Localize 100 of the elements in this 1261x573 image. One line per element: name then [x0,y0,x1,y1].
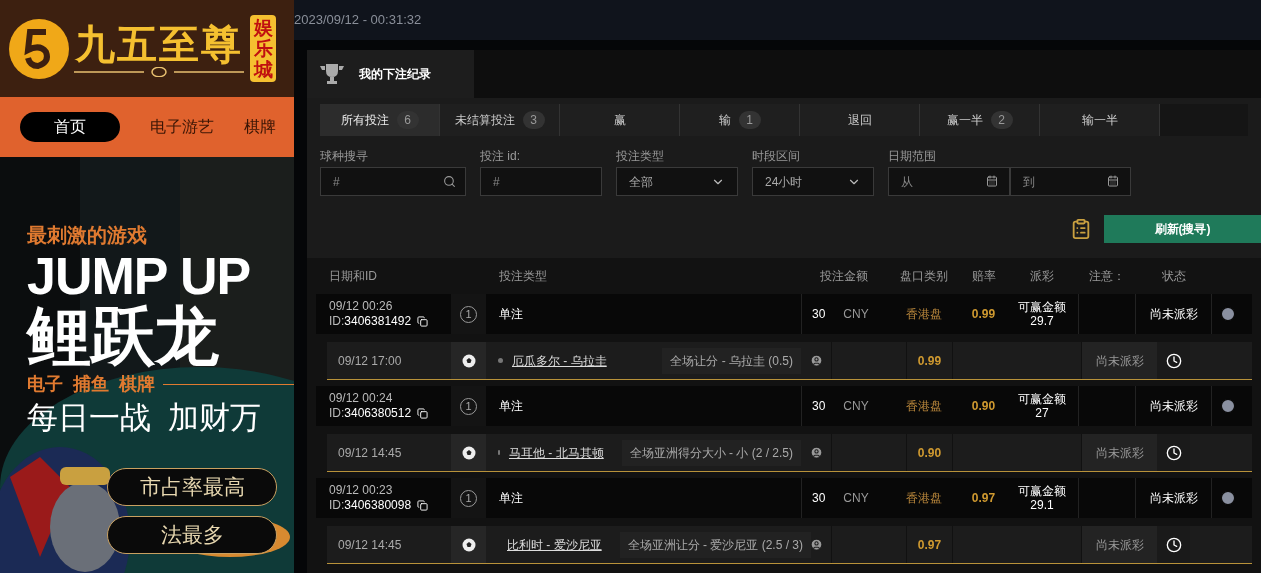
copy-icon[interactable] [417,499,429,511]
user-icon [809,446,823,459]
column-header: 日期和ID [329,269,377,283]
payout-label: 可赢金额 [1018,484,1066,498]
bet-selection: 全场亚洲让分 - 爱沙尼亚 (2.5 / 3) [619,531,812,558]
bet-status: 尚未派彩 [1149,399,1198,413]
odds: 0.99 [971,307,996,321]
banner-categories: 电子 捕鱼 棋牌 [27,373,155,396]
selection-status: 尚未派彩 [1095,352,1144,370]
column-header: 状态 [1161,269,1186,283]
column-header: 投注类型 [499,269,547,283]
count-badge: 6 [396,111,419,129]
bet-type: 单注 [499,307,523,321]
payout-value: 29.7 [1030,314,1054,328]
banner-button[interactable]: 法最多 [107,516,277,554]
user-icon [809,354,823,367]
clipboard-icon[interactable] [1070,217,1092,241]
bet-id: ID:3406380512 [329,406,412,421]
table-cell [1078,294,1136,334]
filter-label: 球种搜寻 [320,149,369,163]
bet-id: ID:3406380098 [329,498,412,513]
table-cell [1078,386,1136,426]
filter-tab[interactable]: 输一半 [1040,104,1160,136]
payout-label: 可赢金额 [1018,392,1066,406]
filter-label: 时段区间 [752,149,801,163]
bet-date: 09/12 00:24 [329,391,394,406]
filter-tab[interactable]: 赢 [560,104,680,136]
filter-tab[interactable]: 输 1 [680,104,800,136]
soccer-ball-icon [461,445,476,460]
refresh-button[interactable]: 刷新(搜寻) [1104,215,1261,243]
odds: 0.99 [917,353,942,368]
filter-tab[interactable]: 未结算投注 3 [440,104,560,136]
timestamp: 2023/09/12 - 00:31:32 [294,11,422,30]
match-time: 09/12 14:45 [338,445,402,460]
nav-link[interactable]: 棋牌 [244,115,276,139]
filter-tab[interactable]: 退回 [800,104,920,136]
count-badge: 1 [738,111,761,129]
select-field[interactable]: 全部 [616,167,738,196]
bet-selection: 全场让分 - 乌拉圭 (0.5) [662,347,801,374]
match-link[interactable]: 马耳他 - 北马其顿 [508,443,604,462]
filter-label: 日期范围 [888,149,937,163]
match-link[interactable]: 厄瓜多尔 - 乌拉圭 [512,351,607,370]
market-type: 香港盘 [905,491,942,505]
input-field[interactable]: # [320,167,466,196]
column-header: 注意： [1089,269,1125,283]
bet-id: ID:3406381492 [329,314,412,329]
payout-label: 可赢金额 [1018,300,1066,314]
filter-tab[interactable]: 所有投注 6 [320,104,440,136]
selection-status: 尚未派彩 [1095,444,1144,462]
bet-type: 单注 [499,491,523,505]
bet-amount: 30 [812,306,826,323]
match-link[interactable]: 比利时 - 爱沙尼亚 [507,535,602,554]
filter-tab[interactable]: 赢一半 2 [920,104,1040,136]
logo-icon [8,17,70,80]
copy-icon[interactable] [417,407,429,419]
nav-link[interactable]: 电子游艺 [150,115,214,139]
bet-amount: 30 [812,398,826,415]
brand-badge: 娱乐城 [250,15,276,82]
nav-link[interactable]: 首页 [20,112,120,142]
column-header: 盘口类别 [899,269,948,283]
date-field[interactable]: 从 [888,167,1010,196]
bet-date: 09/12 00:23 [329,483,394,498]
match-time: 09/12 14:45 [338,537,402,552]
select-field[interactable]: 24小时 [752,167,874,196]
market-type: 香港盘 [905,399,942,413]
filter-label: 投注类型 [616,149,665,163]
brand-title: 九五至尊 [75,20,243,67]
column-header: 赔率 [971,269,996,283]
odds: 0.97 [917,537,942,552]
calendar-icon [985,175,998,187]
count-badge: 3 [522,111,545,129]
bet-amount: 30 [812,490,826,507]
column-header: 投注金额 [819,269,868,283]
input-field[interactable]: # [480,167,602,196]
currency: CNY [843,398,869,415]
currency: CNY [843,306,869,323]
panel-tab[interactable]: 我的下注纪录 [307,50,474,98]
trophy-icon [319,62,345,86]
bet-type: 单注 [499,399,523,413]
match-time: 09/12 17:00 [338,353,402,368]
soccer-ball-icon [461,353,476,368]
banner-headline: 鲤跃龙 [27,303,220,369]
column-header: 派彩 [1030,269,1054,283]
bet-status: 尚未派彩 [1149,491,1198,505]
calendar-icon [1107,175,1119,187]
panel-title: 我的下注纪录 [359,66,431,83]
bet-date: 09/12 00:26 [329,299,394,314]
date-field[interactable]: 到 [1009,167,1131,196]
soccer-ball-icon [461,537,476,552]
banner-tagline: 最刺激的游戏 [27,223,148,247]
market-type: 香港盘 [905,307,942,321]
odds: 0.97 [971,491,996,505]
count-badge: 2 [990,111,1013,129]
search-icon [443,175,456,188]
selection-status: 尚未派彩 [1095,536,1144,554]
odds: 0.90 [971,399,996,413]
copy-icon[interactable] [417,315,429,327]
banner-button[interactable]: 市占率最高 [107,468,277,506]
table-cell [1078,478,1136,518]
odds: 0.90 [917,445,942,460]
